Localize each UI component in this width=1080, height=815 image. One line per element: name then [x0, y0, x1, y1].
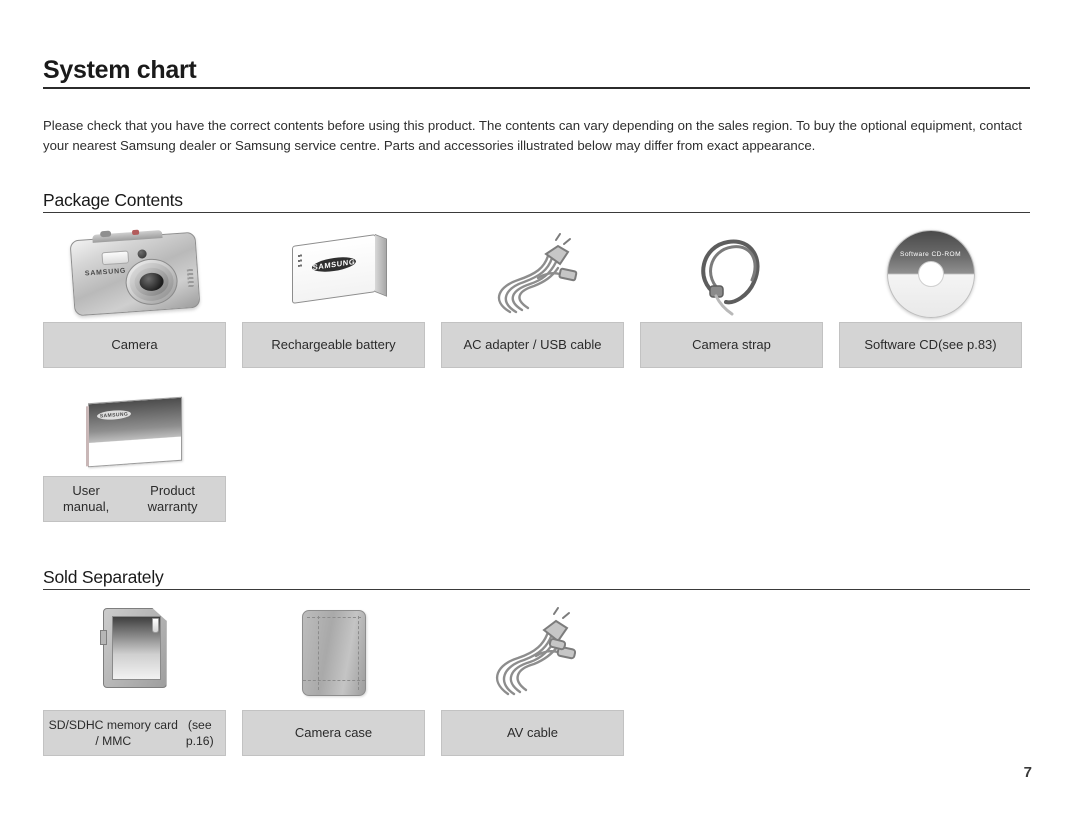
case-top-seam — [306, 617, 361, 618]
item-camera-strap: Camera strap — [640, 222, 823, 368]
caption-text-line2: (see p.83) — [938, 336, 997, 352]
section-divider — [43, 212, 1030, 213]
cd-hole — [917, 261, 944, 287]
sensor-icon — [136, 249, 147, 259]
cd-thumbnail: Software CD-ROM — [839, 222, 1022, 322]
cable-thumbnail — [441, 222, 624, 322]
write-protect-tab-icon — [151, 618, 159, 633]
cable-icon — [497, 233, 577, 314]
battery-side — [374, 234, 387, 297]
section-title: Sold Separately — [43, 567, 164, 587]
caption-text-line1: Software CD — [864, 336, 939, 352]
caption-text: Camera case — [294, 724, 373, 740]
caption-text: Camera strap — [692, 336, 771, 352]
manual-spine — [85, 406, 89, 467]
document-page: System chart Please check that you have … — [0, 0, 1080, 815]
shutter-button-icon — [99, 230, 111, 238]
camera-thumbnail: SAMSUNG — [43, 222, 226, 322]
camera-case-thumbnail — [242, 598, 425, 710]
item-caption: Rechargeable battery — [242, 322, 425, 368]
section-divider — [43, 589, 1030, 590]
item-caption: SD/SDHC memory card / MMC (see p.16) — [43, 710, 226, 756]
caption-text-line1: SD/SDHC memory card / MMC — [48, 717, 178, 749]
caption-text: Rechargeable battery — [271, 336, 396, 352]
caption-text-line2: Product warranty — [147, 482, 198, 515]
cd-icon: Software CD-ROM — [886, 230, 975, 318]
section-header-sold-separately: Sold Separately — [43, 567, 1030, 590]
power-button-icon — [131, 229, 139, 236]
intro-paragraph: Please check that you have the correct c… — [43, 118, 1022, 153]
item-caption: Camera strap — [640, 322, 823, 368]
battery-contacts-icon — [297, 252, 302, 268]
section-header-package-contents: Package Contents — [43, 190, 1030, 213]
case-flap-seam — [302, 680, 365, 681]
package-contents-row-2: SAMSUNG User manual, Product warranty — [43, 392, 226, 522]
case-side-seam — [317, 616, 319, 690]
item-ac-adapter-usb-cable: AC adapter / USB cable — [441, 222, 624, 368]
caption-text: AV cable — [506, 724, 559, 740]
sd-card-thumbnail — [43, 598, 226, 710]
lens-icon — [123, 257, 179, 307]
item-av-cable: AV cable — [441, 598, 624, 756]
page-title: System chart — [43, 56, 197, 84]
camera-grip-icon — [186, 266, 194, 288]
title-divider — [43, 87, 1030, 89]
item-rechargeable-battery: SAMSUNG Rechargeable battery — [242, 222, 425, 368]
camera-brand-label: SAMSUNG — [84, 267, 126, 278]
strap-thumbnail — [640, 222, 823, 322]
manual-brand-label: SAMSUNG — [96, 409, 131, 421]
caption-text-line1: User manual, — [62, 482, 110, 515]
item-caption: Camera case — [242, 710, 425, 756]
title-block: System chart — [43, 55, 1030, 89]
caption-text: AC adapter / USB cable — [463, 336, 602, 352]
camera-case-icon — [301, 610, 366, 696]
caption-text: Camera — [111, 336, 158, 352]
item-caption: Software CD (see p.83) — [839, 322, 1022, 368]
cd-disc-label: Software CD-ROM — [900, 251, 961, 258]
item-caption: Camera — [43, 322, 226, 368]
sd-card-icon — [99, 608, 167, 688]
caption-text-line2: (see p.16) — [185, 717, 214, 749]
battery-thumbnail: SAMSUNG — [242, 222, 425, 322]
item-software-cd: Software CD-ROM Software CD (see p.83) — [839, 222, 1022, 368]
sold-separately-row: SD/SDHC memory card / MMC (see p.16) Cam… — [43, 598, 624, 756]
camera-icon: SAMSUNG — [69, 229, 200, 317]
package-contents-row-1: SAMSUNG Camera SAMSUNG Rechargeable batt… — [43, 222, 1022, 368]
manual-icon: SAMSUNG — [85, 396, 182, 468]
section-title: Package Contents — [43, 190, 183, 210]
case-side-seam-right — [357, 616, 359, 690]
av-cable-icon — [495, 607, 576, 696]
manual-thumbnail: SAMSUNG — [43, 392, 226, 476]
strap-icon — [700, 239, 760, 316]
item-caption: User manual, Product warranty — [43, 476, 226, 522]
item-camera-case: Camera case — [242, 598, 425, 756]
page-number: 7 — [1023, 764, 1032, 781]
item-user-manual: SAMSUNG User manual, Product warranty — [43, 392, 226, 522]
item-camera: SAMSUNG Camera — [43, 222, 226, 368]
item-caption: AC adapter / USB cable — [441, 322, 624, 368]
item-sd-memory-card: SD/SDHC memory card / MMC (see p.16) — [43, 598, 226, 756]
battery-icon: SAMSUNG — [291, 234, 387, 304]
av-cable-thumbnail — [441, 598, 624, 710]
sd-card-notch — [99, 630, 107, 645]
item-caption: AV cable — [441, 710, 624, 756]
